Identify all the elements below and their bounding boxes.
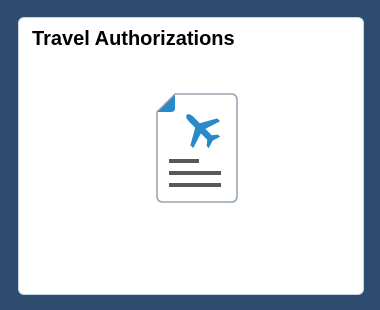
travel-document-airplane-icon bbox=[155, 92, 239, 204]
tile-title: Travel Authorizations bbox=[32, 28, 235, 50]
travel-authorizations-tile[interactable]: Travel Authorizations bbox=[19, 18, 363, 294]
